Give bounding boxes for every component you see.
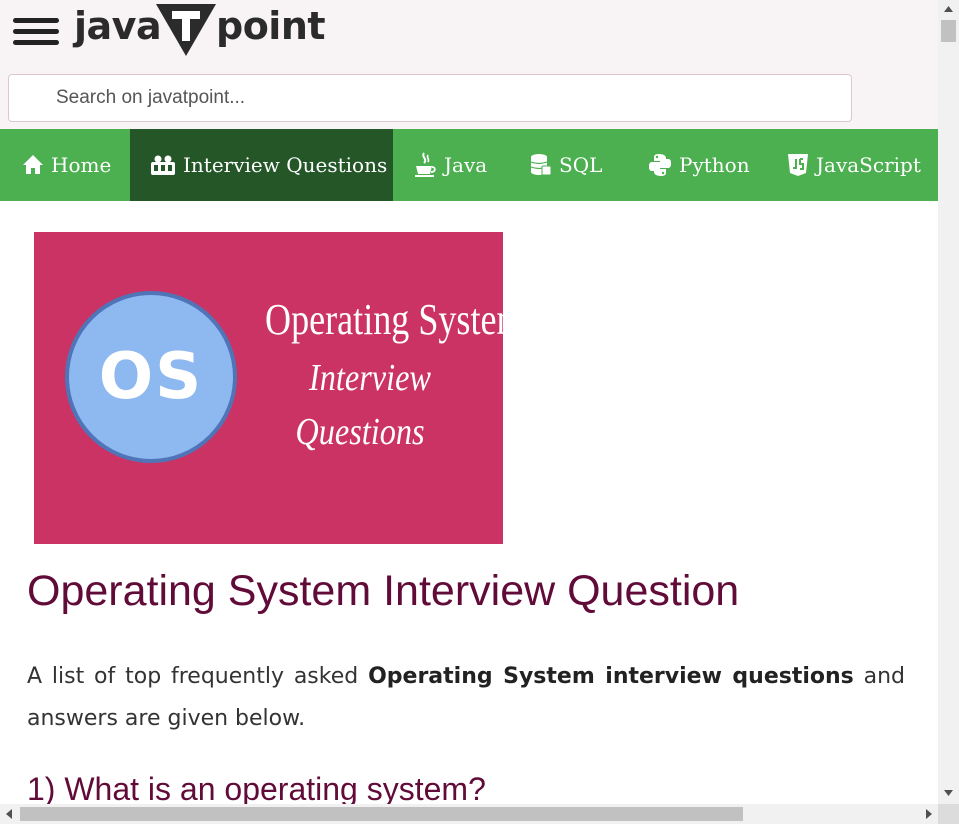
site-header: java point [0,0,938,129]
js-icon [788,154,808,176]
scroll-down-arrow-icon[interactable] [938,784,959,802]
intro-paragraph: A list of top frequently asked Operating… [27,656,905,740]
scroll-right-arrow-icon[interactable] [920,804,938,824]
banner-subtitle-line: Questions [295,411,425,453]
interview-icon [151,155,175,175]
nav-item-java[interactable]: Java [393,129,508,201]
javatpoint-logo[interactable]: java point [74,2,326,58]
search-input[interactable] [8,74,852,122]
main-nav: Home Interview Questions Java SQL Python… [0,129,938,201]
nav-label: Python [679,153,750,177]
python-icon [649,154,671,176]
banner-subtitle-line: Interview [308,357,431,399]
horizontal-scroll-thumb[interactable] [20,807,743,821]
vertical-scrollbar[interactable] [938,0,959,804]
main-content: OS Operating System Interview Questions … [0,201,938,804]
intro-text: A list of top frequently asked [27,664,369,689]
nav-item-sql[interactable]: SQL [508,129,626,201]
horizontal-scrollbar[interactable] [0,804,938,824]
nav-label: Interview Questions [183,153,388,177]
nav-item-javascript[interactable]: JavaScript [763,129,938,201]
database-icon [530,154,552,176]
article-banner-image: OS Operating System Interview Questions [34,232,503,544]
nav-item-python[interactable]: Python [626,129,763,201]
question-heading: 1) What is an operating system? [27,771,486,804]
banner-title-line: Operating System [265,295,503,344]
page-title: Operating System Interview Question [27,567,740,615]
menu-bar [13,18,59,23]
scroll-left-arrow-icon[interactable] [0,804,18,824]
nav-item-home[interactable]: Home [0,129,130,201]
scroll-up-arrow-icon[interactable] [938,0,959,18]
logo-java-text: java [74,4,162,48]
hamburger-menu-icon[interactable] [10,12,62,52]
nav-label: JavaScript [816,153,921,177]
home-icon [23,155,43,174]
os-badge: OS [65,291,237,463]
nav-label: SQL [559,153,603,177]
java-cup-icon [415,152,436,177]
nav-label: Home [51,153,112,177]
logo-t-icon [156,4,216,56]
scrollbar-corner [938,804,959,824]
menu-bar [13,40,59,45]
vertical-scroll-thumb[interactable] [941,20,956,42]
nav-item-interview-questions[interactable]: Interview Questions [130,129,393,201]
os-badge-text: OS [98,340,204,414]
nav-label: Java [444,153,488,177]
logo-point-text: point [216,4,326,48]
menu-bar [13,29,59,34]
intro-bold-text: Operating System interview questions [368,664,854,689]
